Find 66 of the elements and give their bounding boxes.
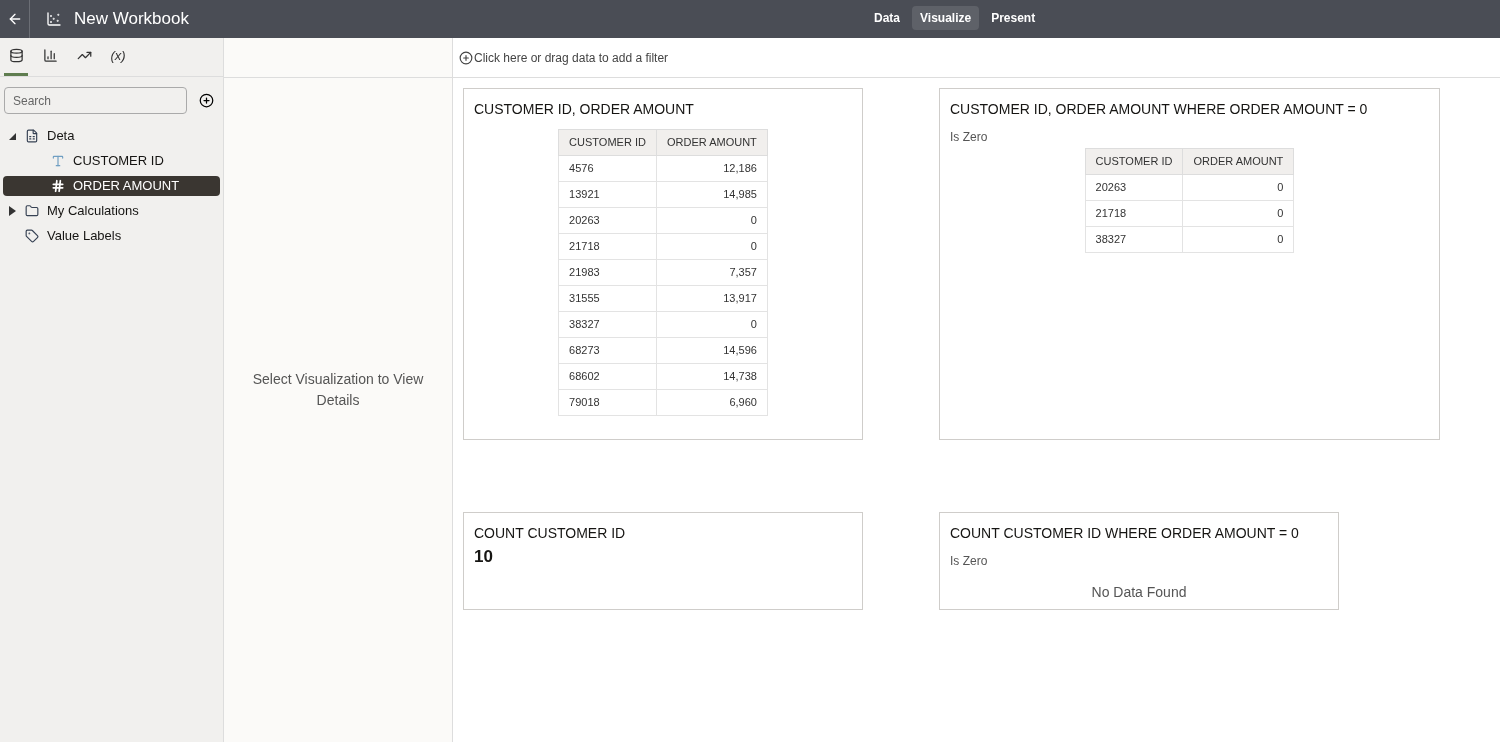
details-message: Select Visualization to View Details — [251, 370, 425, 410]
workbook-title: New Workbook — [74, 8, 189, 31]
table-cell: 38327 — [1085, 226, 1183, 253]
table-cell: 68273 — [558, 337, 657, 364]
search-field[interactable]: Search — [4, 87, 187, 114]
tree-item[interactable]: CUSTOMER ID — [3, 151, 220, 171]
column-header: CUSTOMER ID — [1085, 148, 1183, 175]
text-type-icon — [51, 154, 65, 168]
hash-icon — [51, 179, 65, 193]
add-filter-button[interactable]: Click here or drag data to add a filter — [459, 48, 669, 67]
tree-item[interactable]: My Calculations — [3, 201, 220, 221]
add-icon — [459, 50, 473, 65]
visualization-title: CUSTOMER ID, ORDER AMOUNT WHERE ORDER AMOUNT = 0 — [950, 100, 1369, 119]
table-cell: 4576 — [558, 155, 657, 182]
tree-item[interactable]: Deta — [3, 126, 220, 146]
table-cell: 68602 — [558, 363, 657, 390]
no-data-message: No Data Found — [1090, 583, 1188, 602]
visualization-title: COUNT CUSTOMER ID WHERE ORDER AMOUNT = 0 — [950, 524, 1300, 543]
column-header: ORDER AMOUNT — [1182, 148, 1294, 175]
dataset-icon — [25, 129, 39, 143]
table-cell: 14,985 — [656, 181, 768, 208]
table-cell: 13921 — [558, 181, 657, 208]
visualization-title: CUSTOMER ID, ORDER AMOUNT — [474, 100, 695, 119]
table-cell: 0 — [1182, 174, 1294, 201]
metric-value: 10 — [474, 546, 494, 568]
table-cell: 20263 — [558, 207, 657, 234]
table-cell: 6,960 — [656, 389, 768, 416]
table-cell: 7,357 — [656, 259, 768, 286]
tree-item[interactable]: ORDER AMOUNT — [3, 176, 220, 196]
table-cell: 21983 — [558, 259, 657, 286]
visualization-subtitle: Is Zero — [950, 129, 989, 146]
table-cell: 21718 — [1085, 200, 1183, 227]
table-cell: 0 — [656, 207, 768, 234]
collapsed-triangle-icon[interactable] — [8, 206, 16, 216]
table-cell: 20263 — [1085, 174, 1183, 201]
visualization-card[interactable]: COUNT CUSTOMER ID 10 — [463, 512, 863, 610]
database-icon — [8, 48, 24, 63]
table-cell: 21718 — [558, 233, 657, 260]
add-icon[interactable] — [199, 93, 214, 108]
column-header: ORDER AMOUNT — [656, 129, 768, 156]
mode-tab[interactable]: Data — [866, 6, 908, 30]
table-cell: 38327 — [558, 311, 657, 338]
table-cell: 12,186 — [656, 155, 768, 182]
visualization-title: COUNT CUSTOMER ID — [474, 524, 627, 543]
table-cell: 0 — [1182, 200, 1294, 227]
mode-tab[interactable]: Present — [983, 6, 1044, 30]
table-cell: 31555 — [558, 285, 657, 312]
bar-chart-icon — [42, 48, 58, 63]
visualization-card[interactable]: CUSTOMER ID, ORDER AMOUNT CUSTOMER ID ORDER AMOUNT 4576 12,186 13921 14,985 20263 0 21718 0 21983 7,357 31555 13,917 38327 0 68273 14,596 68602 14,738 79018 6,960 — [463, 88, 863, 440]
tag-icon — [25, 229, 39, 243]
folder-icon — [25, 204, 39, 218]
expanded-triangle-icon[interactable] — [8, 132, 16, 140]
table-cell: 14,738 — [656, 363, 768, 390]
table-cell: 0 — [656, 311, 768, 338]
table-cell: 14,596 — [656, 337, 768, 364]
mode-tab[interactable]: Visualize — [912, 6, 980, 30]
visualization-subtitle: Is Zero — [950, 553, 989, 570]
visualization-card[interactable]: CUSTOMER ID, ORDER AMOUNT WHERE ORDER AMOUNT = 0 Is Zero CUSTOMER ID ORDER AMOUNT 20263 0 21718 0 38327 0 — [939, 88, 1440, 440]
table-cell: 13,917 — [656, 285, 768, 312]
tree-item[interactable]: Value Labels — [3, 226, 220, 246]
visualization-card[interactable]: COUNT CUSTOMER ID WHERE ORDER AMOUNT = 0 Is Zero No Data Found — [939, 512, 1339, 610]
column-header: CUSTOMER ID — [558, 129, 657, 156]
table-cell: 0 — [1182, 226, 1294, 253]
panel-tab[interactable]: (x) — [106, 38, 130, 76]
table-cell: 79018 — [558, 389, 657, 416]
table-cell: 0 — [656, 233, 768, 260]
